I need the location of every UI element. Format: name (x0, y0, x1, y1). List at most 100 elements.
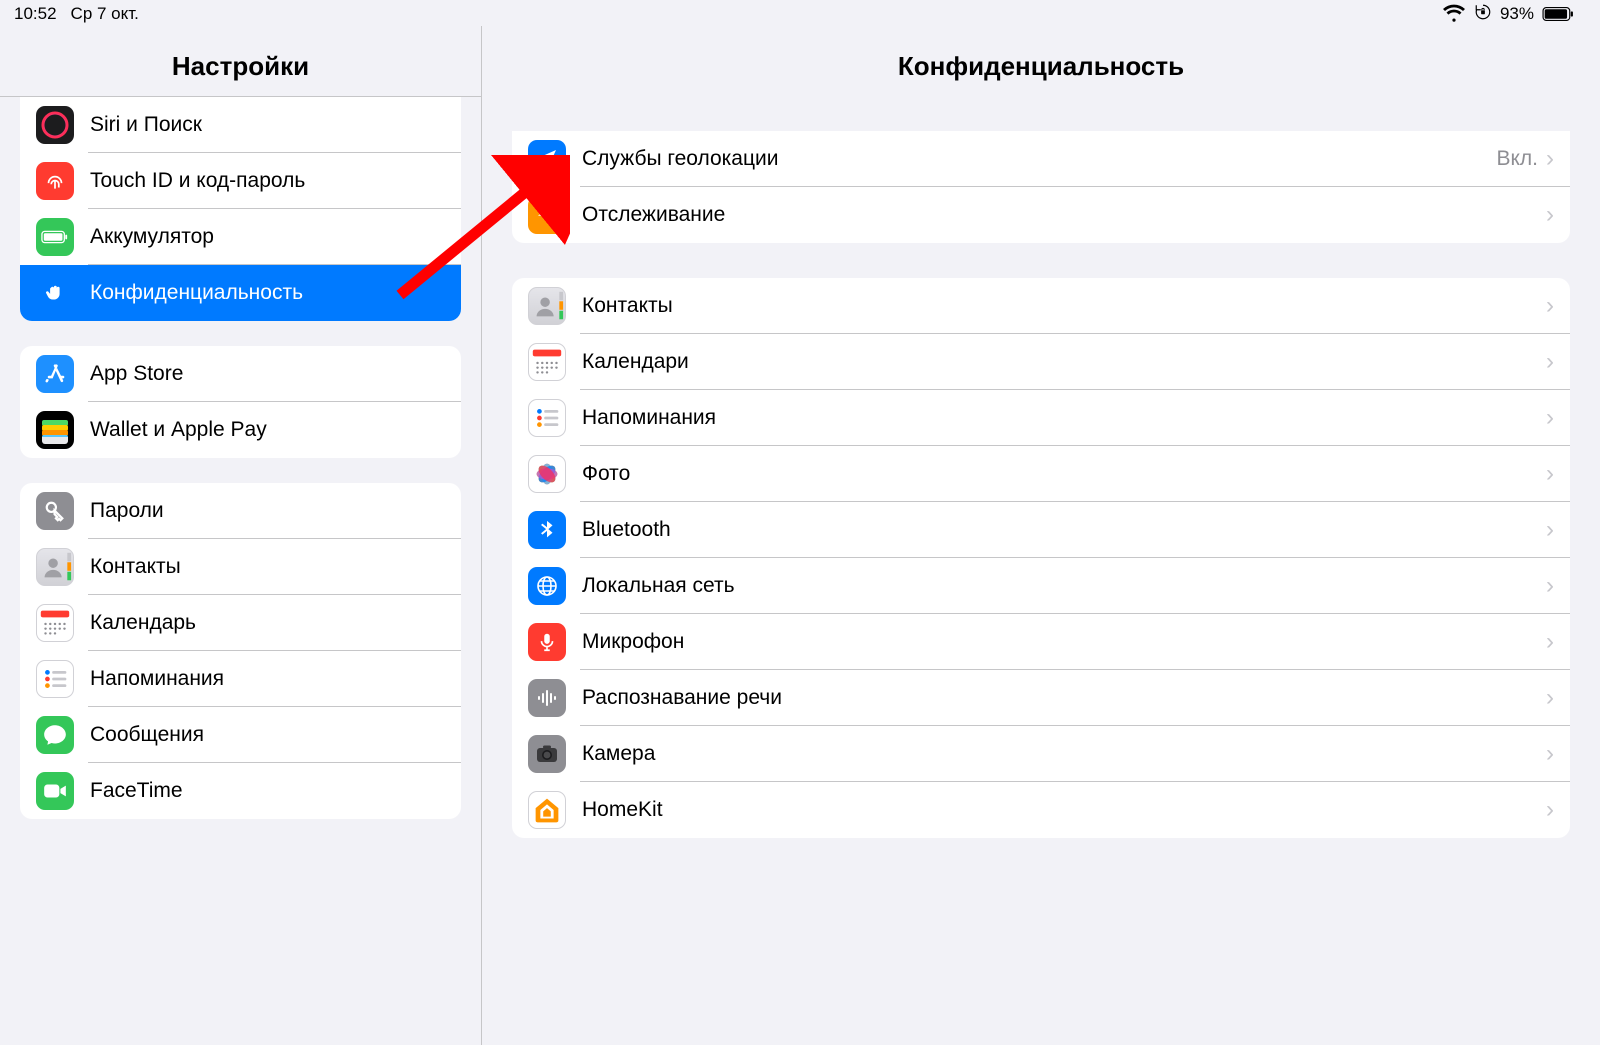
reminders-icon (528, 399, 582, 437)
row-label: Календарь (90, 611, 445, 635)
main-row-speech[interactable]: Распознавание речи› (512, 670, 1570, 726)
row-label: Отслеживание (582, 203, 1546, 227)
row-label: Bluetooth (582, 518, 1546, 542)
main-row-contacts[interactable]: Контакты› (512, 278, 1570, 334)
passwords-icon (36, 492, 90, 530)
chevron-right-icon: › (1546, 518, 1554, 542)
row-label: Камера (582, 742, 1546, 766)
bluetooth-icon (528, 511, 582, 549)
battery-percent: 93% (1500, 4, 1534, 24)
chevron-right-icon: › (1546, 462, 1554, 486)
sidebar-row-facetime[interactable]: FaceTime (20, 763, 461, 819)
main-row-calendar[interactable]: Календари› (512, 334, 1570, 390)
main-row-network[interactable]: Локальная сеть› (512, 558, 1570, 614)
sidebar-row-privacy[interactable]: Конфиденциальность (20, 265, 461, 321)
row-label: Контакты (582, 294, 1546, 318)
tracking-icon (528, 196, 582, 234)
battery-icon (1542, 6, 1574, 22)
main-group: Контакты› Календари› Напоминания› Фото›B… (512, 278, 1570, 838)
main-row-mic[interactable]: Микрофон› (512, 614, 1570, 670)
contacts-icon (36, 548, 90, 586)
chevron-right-icon: › (1546, 686, 1554, 710)
sidebar-row-appstore[interactable]: App Store (20, 346, 461, 402)
speech-icon (528, 679, 582, 717)
row-label: Напоминания (582, 406, 1546, 430)
rotation-lock-icon (1474, 3, 1492, 26)
battery-icon (36, 218, 90, 256)
row-value: Вкл. (1496, 147, 1538, 171)
wifi-icon (1442, 0, 1466, 29)
sidebar-row-battery[interactable]: Аккумулятор (20, 209, 461, 265)
privacy-icon (36, 274, 90, 312)
sidebar-row-siri[interactable]: Siri и Поиск (20, 97, 461, 153)
homekit-icon (528, 791, 582, 829)
sidebar-group: Siri и Поиск Touch ID и код-пароль Аккумул… (20, 97, 461, 321)
main-title: Конфиденциальность (482, 51, 1600, 82)
main-row-camera[interactable]: Камера› (512, 726, 1570, 782)
main-row-reminders[interactable]: Напоминания› (512, 390, 1570, 446)
row-label: Wallet и Apple Pay (90, 418, 445, 442)
sidebar-row-touchid[interactable]: Touch ID и код-пароль (20, 153, 461, 209)
calendar-icon (36, 604, 90, 642)
mic-icon (528, 623, 582, 661)
row-label: Распознавание речи (582, 686, 1546, 710)
row-label: HomeKit (582, 798, 1546, 822)
sidebar: Настройки Siri и Поиск Touch ID и код-пар… (0, 26, 482, 1045)
chevron-right-icon: › (1546, 294, 1554, 318)
status-bar: 10:52 Ср 7 окт. 93% (0, 0, 1600, 26)
row-label: Напоминания (90, 667, 445, 691)
chevron-right-icon: › (1546, 203, 1554, 227)
row-label: Сообщения (90, 723, 445, 747)
main-group: Службы геолокацииВкл.›Отслеживание› (512, 131, 1570, 243)
sidebar-group: App Store Wallet и Apple Pay (20, 346, 461, 458)
facetime-icon (36, 772, 90, 810)
status-date: Ср 7 окт. (71, 4, 139, 24)
row-label: Локальная сеть (582, 574, 1546, 598)
main-row-location[interactable]: Службы геолокацииВкл. › (512, 131, 1570, 187)
main-header: Конфиденциальность (482, 26, 1600, 96)
messages-icon (36, 716, 90, 754)
sidebar-group: Пароли Контакты Календарь Напоминания Соо… (20, 483, 461, 819)
chevron-right-icon: › (1546, 574, 1554, 598)
chevron-right-icon: › (1546, 406, 1554, 430)
main-row-homekit[interactable]: HomeKit› (512, 782, 1570, 838)
row-label: Фото (582, 462, 1546, 486)
sidebar-row-reminders[interactable]: Напоминания (20, 651, 461, 707)
calendar-icon (528, 343, 582, 381)
contacts-icon (528, 287, 582, 325)
network-icon (528, 567, 582, 605)
camera-icon (528, 735, 582, 773)
row-label: Конфиденциальность (90, 281, 445, 305)
sidebar-row-calendar[interactable]: Календарь (20, 595, 461, 651)
main-row-photos[interactable]: Фото› (512, 446, 1570, 502)
row-label: Touch ID и код-пароль (90, 169, 445, 193)
sidebar-header: Настройки (0, 26, 481, 97)
status-time: 10:52 (14, 4, 57, 24)
row-label: App Store (90, 362, 445, 386)
chevron-right-icon: › (1546, 798, 1554, 822)
chevron-right-icon: › (1546, 147, 1554, 171)
row-label: Siri и Поиск (90, 113, 445, 137)
row-label: Контакты (90, 555, 445, 579)
sidebar-row-wallet[interactable]: Wallet и Apple Pay (20, 402, 461, 458)
row-label: Аккумулятор (90, 225, 445, 249)
main-row-tracking[interactable]: Отслеживание› (512, 187, 1570, 243)
chevron-right-icon: › (1546, 350, 1554, 374)
chevron-right-icon: › (1546, 742, 1554, 766)
siri-icon (36, 106, 90, 144)
row-label: Пароли (90, 499, 445, 523)
main-pane: Конфиденциальность Службы геолокацииВкл.… (482, 26, 1600, 1045)
chevron-right-icon: › (1546, 630, 1554, 654)
sidebar-row-contacts[interactable]: Контакты (20, 539, 461, 595)
row-label: Микрофон (582, 630, 1546, 654)
sidebar-row-messages[interactable]: Сообщения (20, 707, 461, 763)
appstore-icon (36, 355, 90, 393)
sidebar-row-passwords[interactable]: Пароли (20, 483, 461, 539)
row-label: Службы геолокации (582, 147, 1496, 171)
main-row-bluetooth[interactable]: Bluetooth› (512, 502, 1570, 558)
location-icon (528, 140, 582, 178)
photos-icon (528, 455, 582, 493)
row-label: Календари (582, 350, 1546, 374)
row-label: FaceTime (90, 779, 445, 803)
reminders-icon (36, 660, 90, 698)
